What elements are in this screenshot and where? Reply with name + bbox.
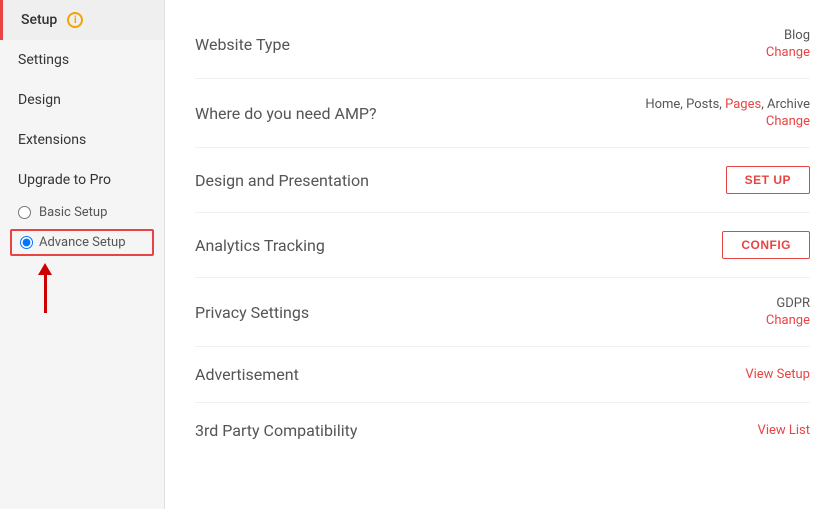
row-label-privacy: Privacy Settings xyxy=(195,303,309,322)
sidebar-item-setup[interactable]: Setup i xyxy=(0,0,164,40)
row-right-amp: Home, Posts, Pages, Archive Change xyxy=(645,97,810,129)
row-label-amp: Where do you need AMP? xyxy=(195,104,377,123)
row-right-privacy: GDPR Change xyxy=(766,296,810,328)
row-amp: Where do you need AMP? Home, Posts, Page… xyxy=(195,79,810,148)
sidebar-item-design[interactable]: Design xyxy=(0,80,164,120)
row-right-advertisement: View Setup xyxy=(745,367,810,382)
row-link-advertisement[interactable]: View Setup xyxy=(745,367,810,382)
radio-basic-label: Basic Setup xyxy=(39,205,107,220)
sidebar-item-label: Settings xyxy=(18,52,69,68)
row-analytics: Analytics Tracking CONFIG xyxy=(195,213,810,278)
radio-advance-label: Advance Setup xyxy=(39,235,126,250)
config-button[interactable]: CONFIG xyxy=(722,231,810,259)
sidebar-item-settings[interactable]: Settings xyxy=(0,40,164,80)
sidebar-item-label: Design xyxy=(18,92,61,108)
sidebar-item-label: Upgrade to Pro xyxy=(18,172,111,188)
row-advertisement: Advertisement View Setup xyxy=(195,347,810,403)
sidebar: Setup i Settings Design Extensions Upgra… xyxy=(0,0,165,509)
row-label-design: Design and Presentation xyxy=(195,171,369,190)
row-link-3rd-party[interactable]: View List xyxy=(758,423,810,438)
arrow-line xyxy=(44,275,47,313)
row-label-advertisement: Advertisement xyxy=(195,365,299,384)
row-label-analytics: Analytics Tracking xyxy=(195,236,325,255)
row-privacy: Privacy Settings GDPR Change xyxy=(195,278,810,347)
row-link-privacy[interactable]: Change xyxy=(766,313,810,328)
radio-basic-input[interactable] xyxy=(18,206,31,219)
sidebar-item-label: Extensions xyxy=(18,132,86,148)
row-value-amp: Home, Posts, Pages, Archive xyxy=(645,97,810,112)
row-link-website-type[interactable]: Change xyxy=(766,45,810,60)
main-content: Website Type Blog Change Where do you ne… xyxy=(165,0,840,509)
row-website-type: Website Type Blog Change xyxy=(195,10,810,79)
row-right-design: SET UP xyxy=(726,166,810,194)
row-3rd-party: 3rd Party Compatibility View List xyxy=(195,403,810,458)
row-value-website-type: Blog xyxy=(784,28,810,43)
row-label-3rd-party: 3rd Party Compatibility xyxy=(195,421,357,440)
sidebar-item-label: Setup xyxy=(21,12,57,28)
row-right-3rd-party: View List xyxy=(758,423,810,438)
info-icon: i xyxy=(67,12,83,28)
row-link-amp[interactable]: Change xyxy=(766,114,810,129)
row-right-website-type: Blog Change xyxy=(766,28,810,60)
radio-advance-input[interactable] xyxy=(20,236,33,249)
setup-button[interactable]: SET UP xyxy=(726,166,810,194)
arrow-annotation xyxy=(38,263,52,313)
row-design: Design and Presentation SET UP xyxy=(195,148,810,213)
row-right-analytics: CONFIG xyxy=(722,231,810,259)
radio-basic-setup[interactable]: Basic Setup xyxy=(0,200,164,225)
sidebar-item-upgrade[interactable]: Upgrade to Pro xyxy=(0,160,164,200)
row-label-website-type: Website Type xyxy=(195,35,290,54)
sidebar-item-extensions[interactable]: Extensions xyxy=(0,120,164,160)
advance-setup-option[interactable]: Advance Setup xyxy=(10,229,154,256)
arrow-head xyxy=(38,263,52,275)
row-value-privacy: GDPR xyxy=(776,296,810,311)
